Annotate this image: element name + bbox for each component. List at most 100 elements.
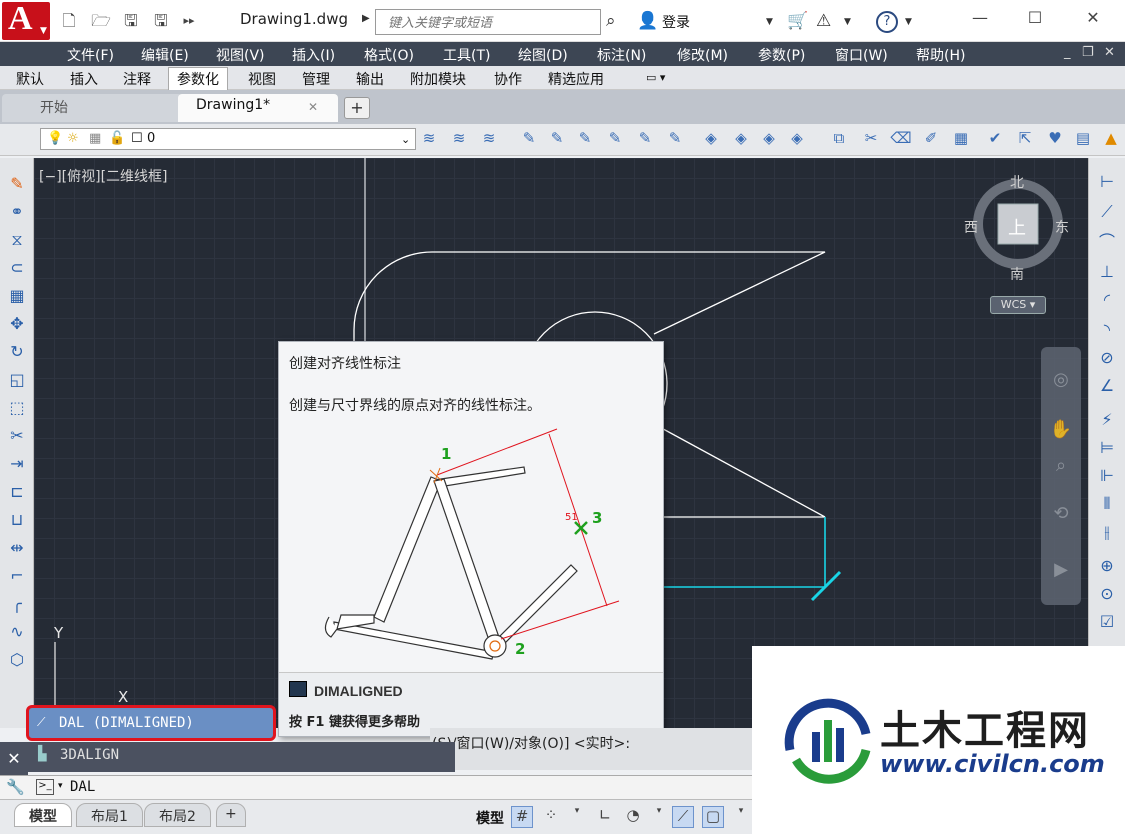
search-box[interactable] — [375, 9, 601, 35]
erase-tool-icon[interactable]: ✎ — [5, 172, 29, 196]
showmotion-icon[interactable]: ▶ — [1049, 559, 1073, 583]
tab-start[interactable]: 开始 — [2, 94, 182, 122]
layer-delete-icon[interactable]: ✂ — [860, 129, 882, 151]
viewcube-top-face[interactable]: 上 — [1008, 214, 1026, 240]
menu-help[interactable]: 帮助(H) — [916, 45, 965, 65]
export-icon[interactable]: ⇱ — [1014, 129, 1036, 151]
offset-tool-icon[interactable]: ⊂ — [5, 256, 29, 280]
break-tool-icon[interactable]: ⊏ — [5, 480, 29, 504]
baseline-dim-icon[interactable]: ⊨ — [1095, 436, 1119, 460]
steering-wheel-icon[interactable]: ◎ — [1049, 369, 1073, 393]
menu-edit[interactable]: 编辑(E) — [141, 45, 189, 65]
new-file-icon[interactable]: 🗋 — [58, 11, 80, 31]
radius-dim-icon[interactable]: ◜ — [1095, 288, 1119, 312]
arc-length-icon[interactable]: ⌒ — [1095, 230, 1119, 254]
tab-default[interactable]: 默认 — [16, 69, 44, 89]
cart-icon[interactable]: 🛒 — [787, 11, 808, 31]
angular-dim-icon[interactable]: ∠ — [1095, 374, 1119, 398]
save-as-icon[interactable]: 🖫 — [150, 11, 172, 31]
autocomplete-item-3dalign[interactable]: ▙ 3DALIGN — [0, 742, 455, 772]
menu-tools[interactable]: 工具(T) — [443, 45, 490, 65]
layer-merge-icon[interactable]: ◈ — [786, 129, 808, 151]
layer-freeze-icon[interactable]: ✎ — [604, 129, 626, 151]
ordinate-dim-icon[interactable]: ⊥ — [1095, 260, 1119, 284]
search-expand-icon[interactable]: ▶ — [362, 13, 370, 24]
scale-tool-icon[interactable]: ◱ — [5, 368, 29, 392]
dim-break-icon[interactable]: ⫲ — [1095, 520, 1119, 544]
snap-mode-icon[interactable]: ⁘ — [540, 806, 562, 828]
add-layout-icon[interactable]: + — [216, 803, 246, 827]
rotate-tool-icon[interactable]: ↻ — [5, 340, 29, 364]
autocomplete-item-dal[interactable]: ⟋ DAL (DIMALIGNED) — [26, 705, 276, 741]
grid-icon[interactable]: ▤ — [1072, 129, 1094, 151]
user-icon[interactable]: 👤 — [637, 11, 658, 31]
inspect-icon[interactable]: ☑ — [1095, 610, 1119, 634]
join-tool-icon[interactable]: ⇹ — [5, 536, 29, 560]
compass-east[interactable]: 东 — [1055, 217, 1069, 237]
layer-state-icon[interactable]: ≋ — [478, 129, 500, 151]
search-input[interactable] — [388, 12, 593, 32]
ortho-icon[interactable]: ∟ — [594, 806, 616, 828]
tab-featured-apps[interactable]: 精选应用 — [548, 69, 604, 89]
compass-south[interactable]: 南 — [1010, 264, 1024, 284]
viewcube[interactable]: 北 南 东 西 上 — [964, 172, 1078, 284]
tab-annotate[interactable]: 注释 — [123, 69, 151, 89]
linear-dim-icon[interactable]: ⊢ — [1095, 170, 1119, 194]
continue-dim-icon[interactable]: ⊩ — [1095, 464, 1119, 488]
orbit-icon[interactable]: ⟲ — [1049, 503, 1073, 527]
zoom-extents-icon[interactable]: ⌕ — [1049, 455, 1073, 479]
login-link[interactable]: 登录 — [662, 12, 690, 32]
menu-modify[interactable]: 修改(M) — [677, 45, 728, 65]
new-tab-button[interactable]: + — [344, 97, 370, 119]
extend-tool-icon[interactable]: ⇥ — [5, 452, 29, 476]
menu-view[interactable]: 视图(V) — [216, 45, 265, 65]
center-mark-icon[interactable]: ⊙ — [1095, 582, 1119, 606]
layout-tab-model[interactable]: 模型 — [14, 803, 72, 827]
viewport-controls-label[interactable]: [−][俯视][二维线框] — [39, 166, 168, 186]
layer-previous-icon[interactable]: ≋ — [448, 129, 470, 151]
wcs-dropdown[interactable]: WCS ▾ — [990, 296, 1046, 314]
menu-draw[interactable]: 绘图(D) — [518, 45, 568, 65]
dim-space-icon[interactable]: ⫴ — [1095, 492, 1119, 516]
help-dropdown-icon[interactable]: ▼ — [905, 17, 912, 27]
layer-dropdown[interactable]: 💡 ☼ ▦ 🔓 ☐ 0 ⌄ — [40, 128, 416, 150]
tolerance-icon[interactable]: ⊕ — [1095, 554, 1119, 578]
command-input[interactable] — [70, 779, 370, 795]
menu-parametric[interactable]: 参数(P) — [758, 45, 805, 65]
tab-collaborate[interactable]: 协作 — [494, 69, 522, 89]
model-space-button[interactable]: 模型 — [476, 808, 504, 828]
snap-dropdown-icon[interactable]: ▾ — [566, 806, 588, 828]
polar-icon[interactable]: ◔ — [622, 806, 644, 828]
save-icon[interactable]: 🖫 — [120, 11, 142, 31]
tab-insert[interactable]: 插入 — [70, 69, 98, 89]
cone-icon[interactable]: ▲ — [1100, 129, 1122, 151]
a360-dropdown-icon[interactable]: ▼ — [844, 17, 851, 27]
mdi-restore-icon[interactable]: ❐ — [1082, 45, 1094, 60]
break-at-point-icon[interactable]: ⊔ — [5, 508, 29, 532]
tab-close-icon[interactable]: ✕ — [308, 100, 318, 114]
jogged-dim-icon[interactable]: ◝ — [1095, 318, 1119, 342]
check-icon[interactable]: ✔ — [984, 129, 1006, 151]
layer-on-icon[interactable]: ◈ — [700, 129, 722, 151]
pencil-icon[interactable]: ✐ — [920, 129, 942, 151]
close-icon[interactable]: ✕ — [1073, 8, 1113, 32]
tab-view[interactable]: 视图 — [248, 69, 276, 89]
layer-walk-icon[interactable]: ✎ — [664, 129, 686, 151]
wrench-icon[interactable]: 🔧 — [6, 778, 25, 796]
array-tool-icon[interactable]: ▦ — [5, 284, 29, 308]
ribbon-toggle-icon[interactable]: ▭ ▾ — [646, 71, 665, 84]
aligned-dim-icon[interactable]: ⟋ — [1095, 200, 1119, 224]
login-dropdown-icon[interactable]: ▼ — [766, 17, 773, 27]
menu-dimension[interactable]: 标注(N) — [597, 45, 646, 65]
move-tool-icon[interactable]: ✥ — [5, 312, 29, 336]
tab-addins[interactable]: 附加模块 — [410, 69, 466, 89]
more-quick-access-icon[interactable]: ▸▸ — [178, 11, 200, 31]
binoculars-icon[interactable]: ⌕ — [606, 11, 616, 31]
copy-tool-icon[interactable]: ⚭ — [5, 200, 29, 224]
object-snap-icon[interactable]: ▢ — [702, 806, 724, 828]
erase-icon[interactable]: ⌫ — [890, 129, 912, 151]
menu-window[interactable]: 窗口(W) — [835, 45, 888, 65]
array-icon[interactable]: ▦ — [950, 129, 972, 151]
tab-output[interactable]: 输出 — [356, 69, 384, 89]
menu-format[interactable]: 格式(O) — [364, 45, 414, 65]
